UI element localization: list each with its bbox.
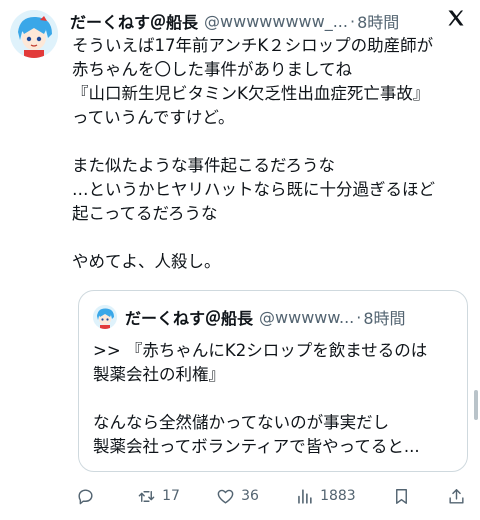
bookmark-icon xyxy=(395,488,407,504)
reply-button[interactable] xyxy=(76,487,101,506)
quote-tweet[interactable]: だーくねす＠船長 @wwwww... · 8時間 >> 『赤ちゃんにK2シロップ… xyxy=(78,290,468,472)
quote-line: なんなら全然儲かってないのが事実だし xyxy=(93,413,390,432)
tweet-line: …というかヒヤリハットなら既に十分過ぎるほど xyxy=(72,180,435,199)
tweet-text: そういえば17年前アンチK２シロップの助産師が 赤ちゃんを〇した事件がありまして… xyxy=(72,34,472,274)
separator-dot: · xyxy=(356,307,362,327)
tweet: だーくねす＠船長 @wwwwwwww_... · 8時間 そういえば17年前アン… xyxy=(0,0,480,520)
tweet-line: 『山口新生児ビタミンK欠乏性出血症死亡事故』 xyxy=(72,84,430,103)
tweet-line: っていうんですけど。 xyxy=(72,108,235,127)
tweet-line: また似たような事件起こるだろうな xyxy=(72,156,336,175)
action-bar: 17 36 1883 xyxy=(76,484,466,508)
bookmark-button[interactable] xyxy=(392,487,411,506)
tweet-line: 起こってるだろうな xyxy=(72,204,218,223)
retweet-button[interactable]: 17 xyxy=(137,487,180,506)
tweet-line: やめてよ、人殺し。 xyxy=(72,252,221,271)
timestamp[interactable]: 8時間 xyxy=(357,9,399,33)
tweet-header: だーくねす＠船長 @wwwwwwww_... · 8時間 xyxy=(70,8,440,34)
reply-icon xyxy=(78,488,93,504)
retweet-count: 17 xyxy=(162,488,180,504)
tweet-line: 赤ちゃんを〇した事件がありましてね xyxy=(72,60,353,79)
share-button[interactable] xyxy=(447,487,466,506)
like-count: 36 xyxy=(241,488,259,504)
share-icon xyxy=(449,488,464,504)
quote-line: 製薬会社ってボランティアで皆やってると... xyxy=(93,437,420,456)
retweet-icon xyxy=(138,490,155,502)
scrollbar[interactable] xyxy=(474,390,478,420)
tweet-line: そういえば17年前アンチK２シロップの助産師が xyxy=(72,36,434,55)
quote-line: >> 『赤ちゃんにK2シロップを飲ませるのは xyxy=(93,341,428,360)
like-button[interactable]: 36 xyxy=(216,487,259,506)
avatar[interactable] xyxy=(10,10,58,58)
quote-timestamp: 8時間 xyxy=(363,309,406,328)
view-count: 1883 xyxy=(320,488,356,504)
quote-text: >> 『赤ちゃんにK2シロップを飲ませるのは 製薬会社の利権』 なんなら全然儲か… xyxy=(93,339,463,459)
quote-line: 製薬会社の利権』 xyxy=(93,365,225,384)
views-icon xyxy=(298,488,312,504)
author-name[interactable]: だーくねす＠船長 xyxy=(70,9,198,33)
quote-header: だーくねす＠船長 @wwwww... · 8時間 xyxy=(125,303,453,331)
x-logo-icon[interactable] xyxy=(446,8,466,28)
author-handle[interactable]: @wwwwwwww_... xyxy=(204,12,348,31)
quote-avatar xyxy=(93,305,117,329)
separator-dot: · xyxy=(349,11,356,31)
quote-author-handle: @wwwww... xyxy=(259,307,355,327)
views-button[interactable]: 1883 xyxy=(295,487,356,506)
quote-author-name: だーくねす＠船長 xyxy=(125,309,254,328)
like-icon xyxy=(217,489,234,504)
